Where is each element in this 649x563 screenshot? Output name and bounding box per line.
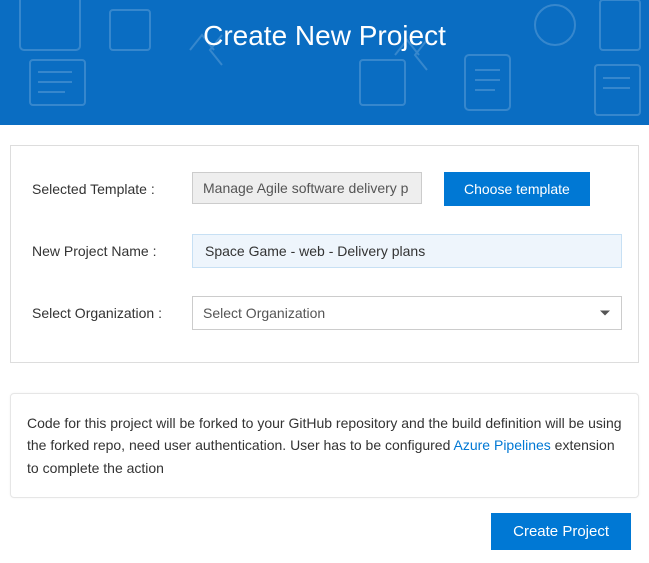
project-name-label: New Project Name : [32, 234, 192, 262]
form-card: Selected Template : Manage Agile softwar… [10, 145, 639, 363]
project-name-input[interactable] [192, 234, 622, 268]
page-title: Create New Project [203, 20, 446, 52]
selected-template-field: Manage Agile software delivery p [192, 172, 422, 204]
choose-template-button[interactable]: Choose template [444, 172, 590, 206]
template-row: Selected Template : Manage Agile softwar… [32, 172, 622, 206]
info-card: Code for this project will be forked to … [10, 393, 639, 498]
footer: Create Project [0, 498, 649, 550]
organization-row: Select Organization : Select Organizatio… [32, 296, 622, 330]
project-name-row: New Project Name : [32, 234, 622, 268]
template-label: Selected Template : [32, 172, 192, 200]
azure-pipelines-link[interactable]: Azure Pipelines [454, 437, 551, 453]
organization-select[interactable]: Select Organization [192, 296, 622, 330]
organization-select-wrapper: Select Organization [192, 296, 622, 330]
header-decorative-bg [0, 0, 649, 125]
page-header: Create New Project [0, 0, 649, 125]
organization-label: Select Organization : [32, 296, 192, 324]
create-project-button[interactable]: Create Project [491, 513, 631, 550]
